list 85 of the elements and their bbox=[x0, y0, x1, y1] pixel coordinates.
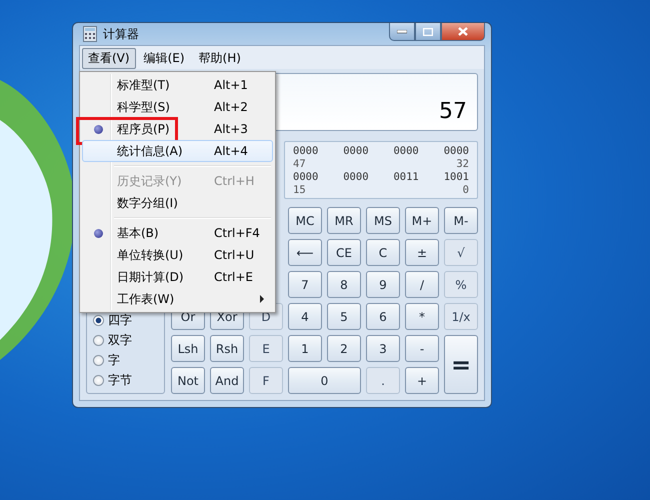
calculator-key[interactable]: C bbox=[366, 239, 400, 266]
menu-bar-item[interactable]: 编辑(E) bbox=[138, 48, 191, 69]
word-size-radio[interactable]: 字 bbox=[93, 352, 160, 369]
calculator-key[interactable]: 3 bbox=[366, 335, 400, 362]
menu-shortcut: Ctrl+E bbox=[214, 270, 254, 284]
calculator-key[interactable]: MC bbox=[288, 207, 322, 234]
maximize-icon bbox=[423, 28, 433, 36]
menu-item-label: 历史记录(Y) bbox=[116, 172, 183, 190]
calculator-key[interactable]: 2 bbox=[327, 335, 361, 362]
radio-label: 双字 bbox=[108, 332, 132, 349]
bit-index: 47 bbox=[293, 158, 306, 171]
menu-item[interactable]: 标准型(T) Alt+1 bbox=[82, 74, 273, 96]
menu-bar-item[interactable]: 查看(V) bbox=[82, 48, 136, 69]
bit-group: 0011 bbox=[393, 171, 419, 184]
menu-item-label: 日期计算(D) bbox=[116, 268, 185, 286]
menu-item[interactable]: 基本(B) Ctrl+F4 bbox=[82, 222, 273, 244]
bit-group: 0000 bbox=[444, 145, 469, 158]
calculator-key[interactable]: 7 bbox=[288, 271, 322, 298]
calculator-key[interactable]: CE bbox=[327, 239, 361, 266]
calculator-key[interactable]: * bbox=[405, 303, 439, 330]
bit-index: 0 bbox=[462, 184, 469, 197]
bit-index: 15 bbox=[293, 184, 306, 197]
menu-item-label: 单位转换(U) bbox=[116, 246, 184, 264]
calculator-key[interactable]: MR bbox=[327, 207, 361, 234]
calculator-key[interactable]: ± bbox=[405, 239, 439, 266]
menu-item-label: 标准型(T) bbox=[116, 76, 171, 94]
word-size-radio[interactable]: 字节 bbox=[93, 372, 160, 389]
calculator-key[interactable]: Not bbox=[171, 367, 205, 394]
calculator-key[interactable]: + bbox=[405, 367, 439, 394]
menu-shortcut: Alt+3 bbox=[214, 122, 249, 136]
minimize-button[interactable] bbox=[389, 23, 415, 41]
menu-item[interactable]: 程序员(P) Alt+3 bbox=[82, 118, 273, 140]
calculator-key[interactable]: - bbox=[405, 335, 439, 362]
bit-group: 0000 bbox=[293, 145, 318, 158]
calculator-key[interactable]: MS bbox=[366, 207, 400, 234]
menu-item-label: 科学型(S) bbox=[116, 98, 171, 116]
menu-item[interactable]: 日期计算(D) Ctrl+E bbox=[82, 266, 273, 288]
calculator-key[interactable]: 5 bbox=[327, 303, 361, 330]
radio-label: 字节 bbox=[108, 372, 132, 389]
radio-label: 四字 bbox=[108, 312, 132, 329]
bit-group: 0000 bbox=[343, 145, 369, 158]
calculator-key[interactable]: 4 bbox=[288, 303, 322, 330]
calculator-key[interactable]: Rsh bbox=[210, 335, 244, 362]
display-value: 57 bbox=[439, 99, 467, 124]
menu-item-label: 基本(B) bbox=[116, 224, 160, 242]
word-size-radio[interactable]: 四字 bbox=[93, 312, 160, 329]
menu-item[interactable]: 数字分组(I) bbox=[82, 192, 273, 214]
calculator-key[interactable]: ⟵ bbox=[288, 239, 322, 266]
close-icon bbox=[458, 27, 468, 36]
menu-item-label: 统计信息(A) bbox=[116, 142, 184, 160]
window-title: 计算器 bbox=[103, 26, 139, 42]
bit-group: 0000 bbox=[343, 171, 369, 184]
calculator-key[interactable]: = bbox=[444, 335, 478, 394]
menu-item[interactable]: 单位转换(U) Ctrl+U bbox=[82, 244, 273, 266]
calculator-key[interactable]: And bbox=[210, 367, 244, 394]
bit-group: 1001 bbox=[444, 171, 469, 184]
calculator-key[interactable]: 1 bbox=[288, 335, 322, 362]
bit-index: 32 bbox=[456, 158, 469, 171]
menu-shortcut: Alt+2 bbox=[214, 100, 249, 114]
calculator-icon bbox=[83, 26, 97, 42]
radio-label: 字 bbox=[108, 352, 120, 369]
menu-item[interactable]: 科学型(S) Alt+2 bbox=[82, 96, 273, 118]
menu-shortcut: Ctrl+F4 bbox=[214, 226, 261, 240]
calculator-key[interactable]: 9 bbox=[366, 271, 400, 298]
menu-item[interactable]: 统计信息(A) Alt+4 bbox=[82, 140, 273, 162]
menu-bar-item[interactable]: 帮助(H) bbox=[192, 48, 247, 69]
maximize-button[interactable] bbox=[415, 23, 441, 41]
menu-shortcut: Alt+4 bbox=[214, 144, 249, 158]
calculator-key[interactable]: M+ bbox=[405, 207, 439, 234]
calculator-key[interactable]: M- bbox=[444, 207, 478, 234]
calculator-key[interactable]: 6 bbox=[366, 303, 400, 330]
menu-item-label: 数字分组(I) bbox=[116, 194, 179, 212]
calculator-key[interactable]: / bbox=[405, 271, 439, 298]
calculator-key[interactable]: 8 bbox=[327, 271, 361, 298]
calculator-key[interactable]: 0 bbox=[288, 367, 361, 394]
menu-shortcut: Ctrl+U bbox=[214, 248, 256, 262]
close-button[interactable] bbox=[441, 23, 485, 41]
menu-shortcut: Alt+1 bbox=[214, 78, 249, 92]
minimize-icon bbox=[397, 30, 407, 34]
calculator-key[interactable]: Lsh bbox=[171, 335, 205, 362]
bit-group: 0000 bbox=[393, 145, 419, 158]
word-size-radio[interactable]: 双字 bbox=[93, 332, 160, 349]
bit-group: 0000 bbox=[293, 171, 318, 184]
menu-item-label: 程序员(P) bbox=[116, 120, 171, 138]
menu-shortcut: Ctrl+H bbox=[214, 174, 256, 188]
